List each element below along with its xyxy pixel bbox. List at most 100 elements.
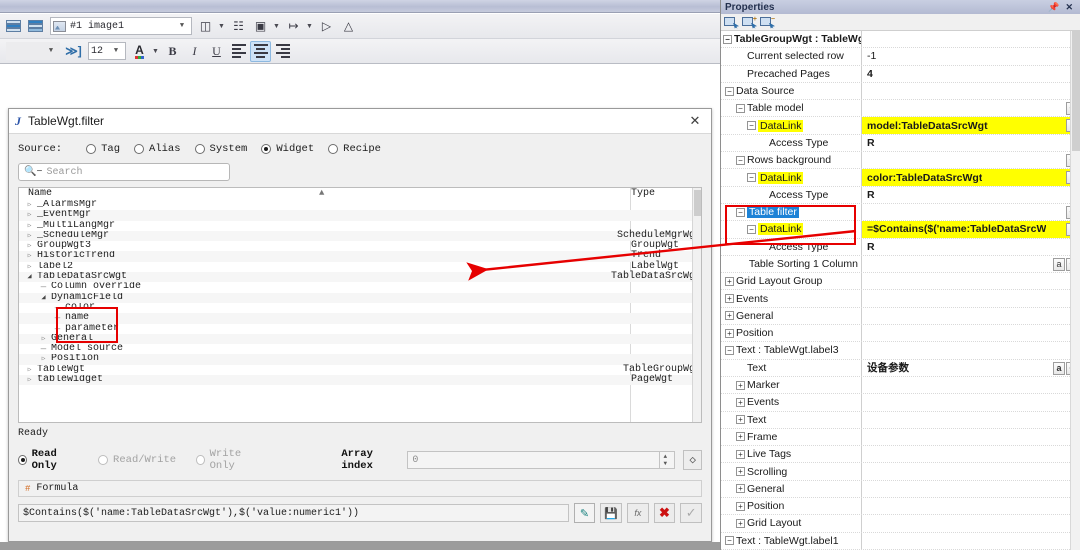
expand-toggle-icon[interactable]: +	[734, 467, 747, 477]
italic-icon[interactable]: I	[184, 41, 205, 62]
property-row[interactable]: − Data Source	[721, 82, 1080, 101]
chevron-down-icon[interactable]: ▼	[272, 16, 281, 37]
font-family-combo[interactable]: ▼	[6, 42, 60, 60]
alias-button[interactable]: a	[1053, 257, 1065, 271]
pin-icon[interactable]: 📌	[1048, 2, 1059, 13]
chevron-down-icon[interactable]: ▼	[44, 47, 58, 55]
property-row[interactable]: Precached Pages 4	[721, 65, 1080, 83]
property-value-cell[interactable]: =$Contains($('name:TableDataSrcW-	[861, 221, 1080, 238]
collapse-toggle-icon[interactable]: −	[745, 121, 758, 131]
collapse-toggle-icon[interactable]: −	[734, 155, 747, 165]
property-row[interactable]: + Marker	[721, 376, 1080, 395]
property-row[interactable]: + Position	[721, 325, 1080, 343]
tree-row[interactable]: ◢ DynamicField	[19, 292, 701, 303]
property-row[interactable]: + General	[721, 307, 1080, 326]
property-row[interactable]: + Position	[721, 498, 1080, 516]
search-input[interactable]: 🔍− Search	[18, 163, 230, 181]
properties-grid[interactable]: − TableGroupWgt : TableWgt Current selecte…	[721, 31, 1080, 550]
collapse-toggle-icon[interactable]: −	[745, 224, 758, 234]
property-row[interactable]: Access Type R	[721, 134, 1080, 153]
tree-row[interactable]: ▷ General	[19, 333, 701, 345]
collapse-toggle-icon[interactable]: −	[734, 103, 747, 113]
scrollbar-thumb[interactable]	[1072, 31, 1080, 151]
tree-row[interactable]: ▷ _ScheduleMgr ScheduleMgrWgt	[19, 230, 701, 242]
chevron-down-icon[interactable]: ▼	[175, 22, 189, 30]
property-value-cell[interactable]	[861, 515, 1080, 532]
property-row[interactable]: + Scrolling	[721, 463, 1080, 481]
chevron-down-icon[interactable]: ◢	[25, 272, 34, 282]
chevron-right-icon[interactable]: ▷	[25, 365, 34, 375]
expand-toggle-icon[interactable]: +	[734, 415, 747, 425]
chevron-right-icon[interactable]: ▷	[25, 375, 34, 385]
property-row[interactable]: + Live Tags	[721, 446, 1080, 464]
property-row[interactable]: + Events	[721, 290, 1080, 308]
collapse-toggle-icon[interactable]: −	[721, 34, 734, 44]
tree-row[interactable]: — parameter	[19, 324, 701, 334]
properties-icon[interactable]	[724, 16, 739, 29]
tree-row[interactable]: ▷ _EventMgr	[19, 210, 701, 221]
tree-row[interactable]: ▷ HistoricTrend Trend	[19, 251, 701, 262]
collapse-toggle-icon[interactable]: −	[745, 173, 758, 183]
chevron-right-icon[interactable]: ▷	[25, 231, 34, 241]
align-objects-icon[interactable]: ◫	[195, 16, 216, 37]
save-icon[interactable]: 💾	[600, 503, 622, 523]
bold-icon[interactable]: B	[162, 41, 183, 62]
tree-row[interactable]: — Column override	[19, 282, 701, 292]
chevron-down-icon[interactable]: ▼	[217, 16, 226, 37]
delete-icon[interactable]: ✖	[653, 503, 676, 523]
property-row[interactable]: Table Sorting 1 Column+a	[721, 255, 1080, 274]
source-radio-alias[interactable]: Alias	[134, 143, 181, 155]
property-value-cell[interactable]: R	[861, 134, 1080, 152]
expand-toggle-icon[interactable]: +	[734, 380, 747, 390]
property-row[interactable]: + Events	[721, 394, 1080, 412]
expand-toggle-icon[interactable]: +	[734, 518, 747, 528]
align-left-icon[interactable]	[228, 41, 249, 62]
property-row[interactable]: + Grid Layout	[721, 515, 1080, 533]
underline-icon[interactable]: U	[206, 41, 227, 62]
expand-toggle-icon[interactable]: +	[734, 397, 747, 407]
chevron-down-icon[interactable]: ◢	[39, 293, 48, 303]
access-radio-read-write[interactable]: Read/Write	[98, 454, 176, 466]
property-value-cell[interactable]	[861, 463, 1080, 480]
font-color-icon[interactable]: A	[129, 41, 150, 62]
property-row[interactable]: Text 设备参数+a	[721, 359, 1080, 377]
expand-toggle-icon[interactable]: +	[723, 328, 736, 338]
tree-row[interactable]: ▷ tablewidget PageWgt	[19, 374, 701, 386]
close-icon[interactable]: ✕	[685, 111, 705, 131]
chevron-right-icon[interactable]: ▷	[39, 334, 48, 344]
property-row[interactable]: − Text : TableWgt.label1	[721, 532, 1080, 550]
scrollbar-thumb[interactable]	[694, 190, 701, 216]
pick-tag-button[interactable]: ◇	[683, 450, 703, 470]
chevron-right-icon[interactable]: ▷	[25, 200, 34, 210]
alias-button[interactable]: a	[1053, 361, 1065, 375]
tree-row[interactable]: — Model source	[19, 344, 701, 354]
source-radio-system[interactable]: System	[194, 143, 247, 155]
expand-toggle-icon[interactable]: +	[734, 501, 747, 511]
property-row[interactable]: − TableGroupWgt : TableWgt	[721, 31, 1080, 49]
property-value-cell[interactable]	[861, 411, 1080, 428]
property-value-cell[interactable]	[861, 273, 1080, 290]
indent-icon[interactable]: ≫]	[63, 41, 84, 62]
send-to-back-icon[interactable]	[3, 16, 24, 37]
property-value-cell[interactable]: R	[861, 186, 1080, 203]
collapse-toggle-icon[interactable]: −	[723, 536, 736, 546]
property-row[interactable]: −Rows background+	[721, 152, 1080, 170]
move-resize-icon[interactable]: ☷	[228, 16, 249, 37]
property-value-cell[interactable]: model:TableDataSrcWgt-	[861, 117, 1080, 134]
property-row[interactable]: + General	[721, 480, 1080, 499]
property-row[interactable]: −Table model+	[721, 100, 1080, 118]
properties-scrollbar[interactable]	[1070, 31, 1080, 550]
formula-input[interactable]: $Contains($('name:TableDataSrcWgt'),$('v…	[18, 504, 569, 522]
property-row[interactable]: −DataLinkcolor:TableDataSrcWgt-	[721, 169, 1080, 187]
source-radio-tag[interactable]: Tag	[86, 143, 120, 155]
tree-row[interactable]: ▷ Position	[19, 354, 701, 365]
property-value-cell[interactable]	[861, 394, 1080, 411]
tree-row[interactable]: — color	[19, 303, 701, 313]
flip-icon[interactable]: △	[338, 16, 359, 37]
property-row[interactable]: −Table filter+	[721, 203, 1080, 222]
property-value-cell[interactable]	[861, 480, 1080, 498]
property-value-cell[interactable]: +a	[861, 255, 1080, 273]
property-row[interactable]: − Text : TableWgt.label3	[721, 342, 1080, 360]
chevron-right-icon[interactable]: ▷	[25, 210, 34, 220]
expand-toggle-icon[interactable]: +	[734, 432, 747, 442]
